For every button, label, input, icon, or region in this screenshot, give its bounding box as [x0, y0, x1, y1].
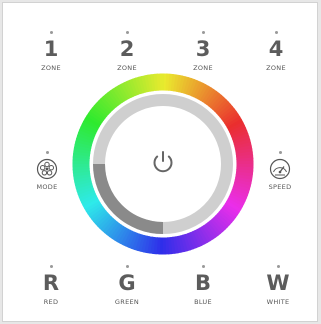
- channel-label: WHITE: [266, 298, 290, 306]
- channel-letter: W: [266, 271, 290, 295]
- indicator-dot: [276, 265, 280, 268]
- channel-letter: R: [42, 271, 60, 295]
- channel-letter: G: [118, 271, 136, 295]
- channel-label: GREEN: [114, 298, 140, 306]
- indicator-dot: [49, 265, 53, 268]
- channel-white-button[interactable]: W WHITE: [248, 265, 308, 306]
- channel-red-button[interactable]: R RED: [21, 265, 81, 306]
- channel-label: RED: [43, 298, 59, 306]
- channel-blue-button[interactable]: B BLUE: [173, 265, 233, 306]
- channel-green-button[interactable]: G GREEN: [97, 265, 157, 306]
- channel-label: BLUE: [194, 298, 212, 306]
- touch-panel: 1 ZONE 2 ZONE 3 ZONE 4 ZONE MODE SPEED R…: [2, 2, 318, 322]
- power-button-area[interactable]: [106, 107, 220, 221]
- indicator-dot: [125, 265, 129, 268]
- indicator-dot: [201, 265, 205, 268]
- channel-letter: B: [194, 271, 211, 295]
